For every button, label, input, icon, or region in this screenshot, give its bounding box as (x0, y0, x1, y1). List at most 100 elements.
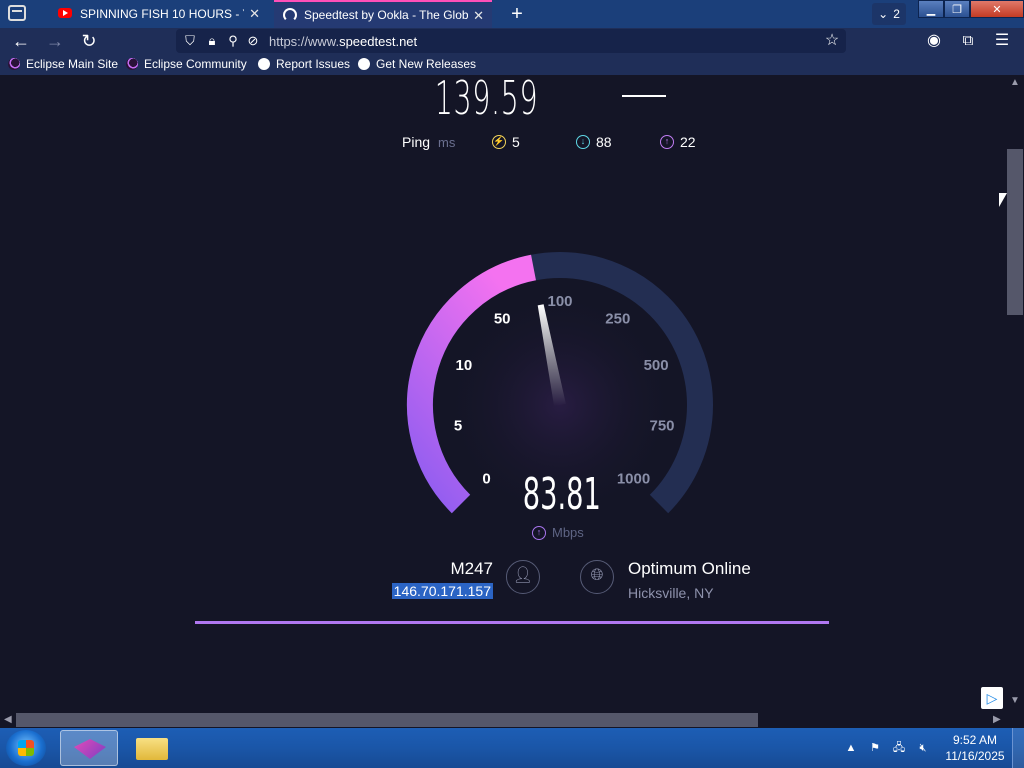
user-icon[interactable]: 👤︎ (506, 560, 540, 594)
vertical-scrollbar[interactable]: ▲ ▼ (1006, 75, 1024, 712)
github-icon (358, 58, 370, 70)
close-window-button[interactable]: ✕ (970, 0, 1024, 18)
ping-upload-value: 22 (680, 134, 696, 150)
url-bar[interactable]: ⛉ 🔒︎ ⚲ ⊘ https://www.speedtest.net ☆ (176, 29, 846, 53)
window-controls: ▁ ❐ ✕ (918, 0, 1024, 20)
ping-label-group: Ping ms (402, 134, 455, 150)
client-info: M247 146.70.171.157 (380, 559, 493, 601)
show-desktop-button[interactable] (1012, 728, 1024, 768)
lock-icon[interactable]: 🔒︎ (204, 33, 220, 49)
extensions-icon[interactable]: ⧉ (957, 30, 979, 52)
clock[interactable]: 9:52 AM 11/16/2025 (940, 732, 1010, 764)
url-host: speedtest.net (339, 34, 418, 49)
globe-icon[interactable]: 🌐︎ (580, 560, 614, 594)
upload-arrow-icon: ↑ (660, 135, 674, 149)
navigation-bar: ← → ↻ ⛉ 🔒︎ ⚲ ⊘ https://www.speedtest.net… (0, 28, 1024, 54)
network-icon[interactable]: 🖧︎ (892, 741, 906, 755)
server-name: Optimum Online (628, 559, 751, 578)
back-button[interactable]: ← (10, 30, 32, 52)
folder-icon (136, 738, 168, 760)
bookmark-star-icon[interactable]: ☆ (824, 33, 840, 49)
ping-download-value: 88 (596, 134, 612, 150)
eclipse-icon (8, 58, 20, 70)
minimize-button[interactable]: ▁ (918, 0, 944, 18)
bookmark-get-new-releases[interactable]: Get New Releases (358, 57, 476, 71)
tab-strip: SPINNING FISH 10 HOURS - You ✕ Speedtest… (0, 0, 1024, 28)
start-button[interactable] (6, 730, 46, 766)
url-text[interactable]: https://www.speedtest.net (269, 34, 417, 49)
upload-arrow-icon: ↑ (532, 525, 546, 540)
url-scheme: https://www. (269, 34, 340, 49)
firefox-view-icon[interactable] (8, 5, 26, 21)
tab-count: 2 (893, 7, 900, 21)
gauge-tick-label: 100 (547, 293, 572, 310)
previous-speed-value: 139.59 (434, 75, 539, 125)
close-tab-icon[interactable]: ✕ (249, 6, 260, 22)
gauge-tick-label: 0 (482, 471, 490, 488)
ping-row: Ping ms ⚡ 5 ↓ 88 ↑ 22 (402, 134, 722, 152)
gauge-tick-label: 250 (605, 311, 630, 328)
adchoices-icon[interactable]: ▷ (981, 687, 1003, 709)
ping-unit: ms (438, 134, 456, 150)
client-name: M247 (450, 559, 493, 578)
bookmark-eclipse-community[interactable]: Eclipse Community (126, 57, 247, 71)
reload-button[interactable]: ↻ (78, 30, 100, 52)
mouse-cursor-icon (999, 193, 1007, 207)
taskbar-app-floorp[interactable] (60, 730, 118, 766)
gauge-tick-label: 50 (494, 311, 511, 328)
bookmark-label: Get New Releases (376, 57, 477, 71)
gauge-tick-label: 5 (454, 417, 462, 434)
tracking-blocked-icon[interactable]: ⊘ (245, 33, 261, 49)
bookmark-eclipse-main[interactable]: Eclipse Main Site (8, 57, 118, 71)
ping-idle: ⚡ 5 (492, 134, 520, 150)
youtube-icon (58, 8, 72, 18)
speed-unit-row: ↑ Mbps (532, 525, 584, 540)
forward-button[interactable]: → (44, 30, 66, 52)
horizontal-scroll-thumb[interactable] (16, 713, 758, 727)
ping-download: ↓ 88 (576, 134, 612, 150)
permissions-icon[interactable]: ⚲ (225, 33, 241, 49)
list-all-tabs-button[interactable]: ⌄ 2 (872, 3, 906, 25)
restore-button[interactable]: ❐ (944, 0, 970, 18)
server-location: Hicksville, NY (628, 585, 714, 601)
speed-unit: Mbps (552, 525, 584, 540)
new-tab-button[interactable]: + (506, 4, 528, 24)
scroll-right-arrow[interactable]: ▶ (993, 714, 1001, 725)
github-icon (258, 58, 270, 70)
volume-muted-icon[interactable]: 🔇︎ (916, 741, 930, 755)
idle-latency-icon: ⚡ (492, 135, 506, 149)
account-icon[interactable]: ◉ (923, 30, 945, 52)
page-content: 139.59 Ping ms ⚡ 5 ↓ 88 ↑ 22 0 5 10 50 1… (0, 75, 1006, 712)
client-ip[interactable]: 146.70.171.157 (391, 583, 493, 599)
current-speed-value: 83.81 (522, 469, 601, 520)
gauge-tick-label: 1000 (617, 471, 650, 488)
show-hidden-icons-icon[interactable]: ▲ (844, 741, 858, 755)
gauge-tick-label: 10 (456, 357, 473, 374)
server-info[interactable]: Optimum Online Hicksville, NY (628, 559, 751, 601)
tab-youtube[interactable]: SPINNING FISH 10 HOURS - You ✕ (50, 0, 268, 28)
tab-title: Speedtest by Ookla - The Globa (304, 8, 468, 22)
test-progress-bar (195, 621, 829, 624)
taskbar: ▲ ⚑ 🖧︎ 🔇︎ 9:52 AM 11/16/2025 (0, 728, 1024, 768)
scroll-left-arrow[interactable]: ◀ (4, 714, 12, 725)
bookmark-report-issues[interactable]: Report Issues (258, 57, 350, 71)
close-tab-icon[interactable]: ✕ (473, 8, 484, 24)
action-center-icon[interactable]: ⚑ (868, 741, 882, 755)
bookmarks-toolbar: Eclipse Main Site Eclipse Community Repo… (0, 54, 1024, 75)
scroll-down-arrow[interactable]: ▼ (1010, 695, 1020, 706)
vertical-scroll-thumb[interactable] (1007, 149, 1023, 315)
tab-speedtest[interactable]: Speedtest by Ookla - The Globa ✕ (274, 0, 492, 28)
pending-value-dash (622, 95, 666, 97)
shield-icon[interactable]: ⛉ (182, 33, 198, 49)
ping-idle-value: 5 (512, 134, 520, 150)
taskbar-app-explorer[interactable] (124, 730, 182, 766)
menu-icon[interactable]: ☰ (991, 30, 1013, 52)
scroll-up-arrow[interactable]: ▲ (1010, 77, 1020, 88)
ookla-icon (283, 8, 297, 22)
bookmark-label: Eclipse Main Site (26, 57, 119, 71)
clock-time: 9:52 AM (952, 733, 998, 747)
download-arrow-icon: ↓ (576, 135, 590, 149)
horizontal-scrollbar[interactable]: ◀ ▶ (0, 712, 1024, 728)
browser-app-icon (74, 739, 106, 759)
gauge-tick-label: 500 (644, 357, 669, 374)
